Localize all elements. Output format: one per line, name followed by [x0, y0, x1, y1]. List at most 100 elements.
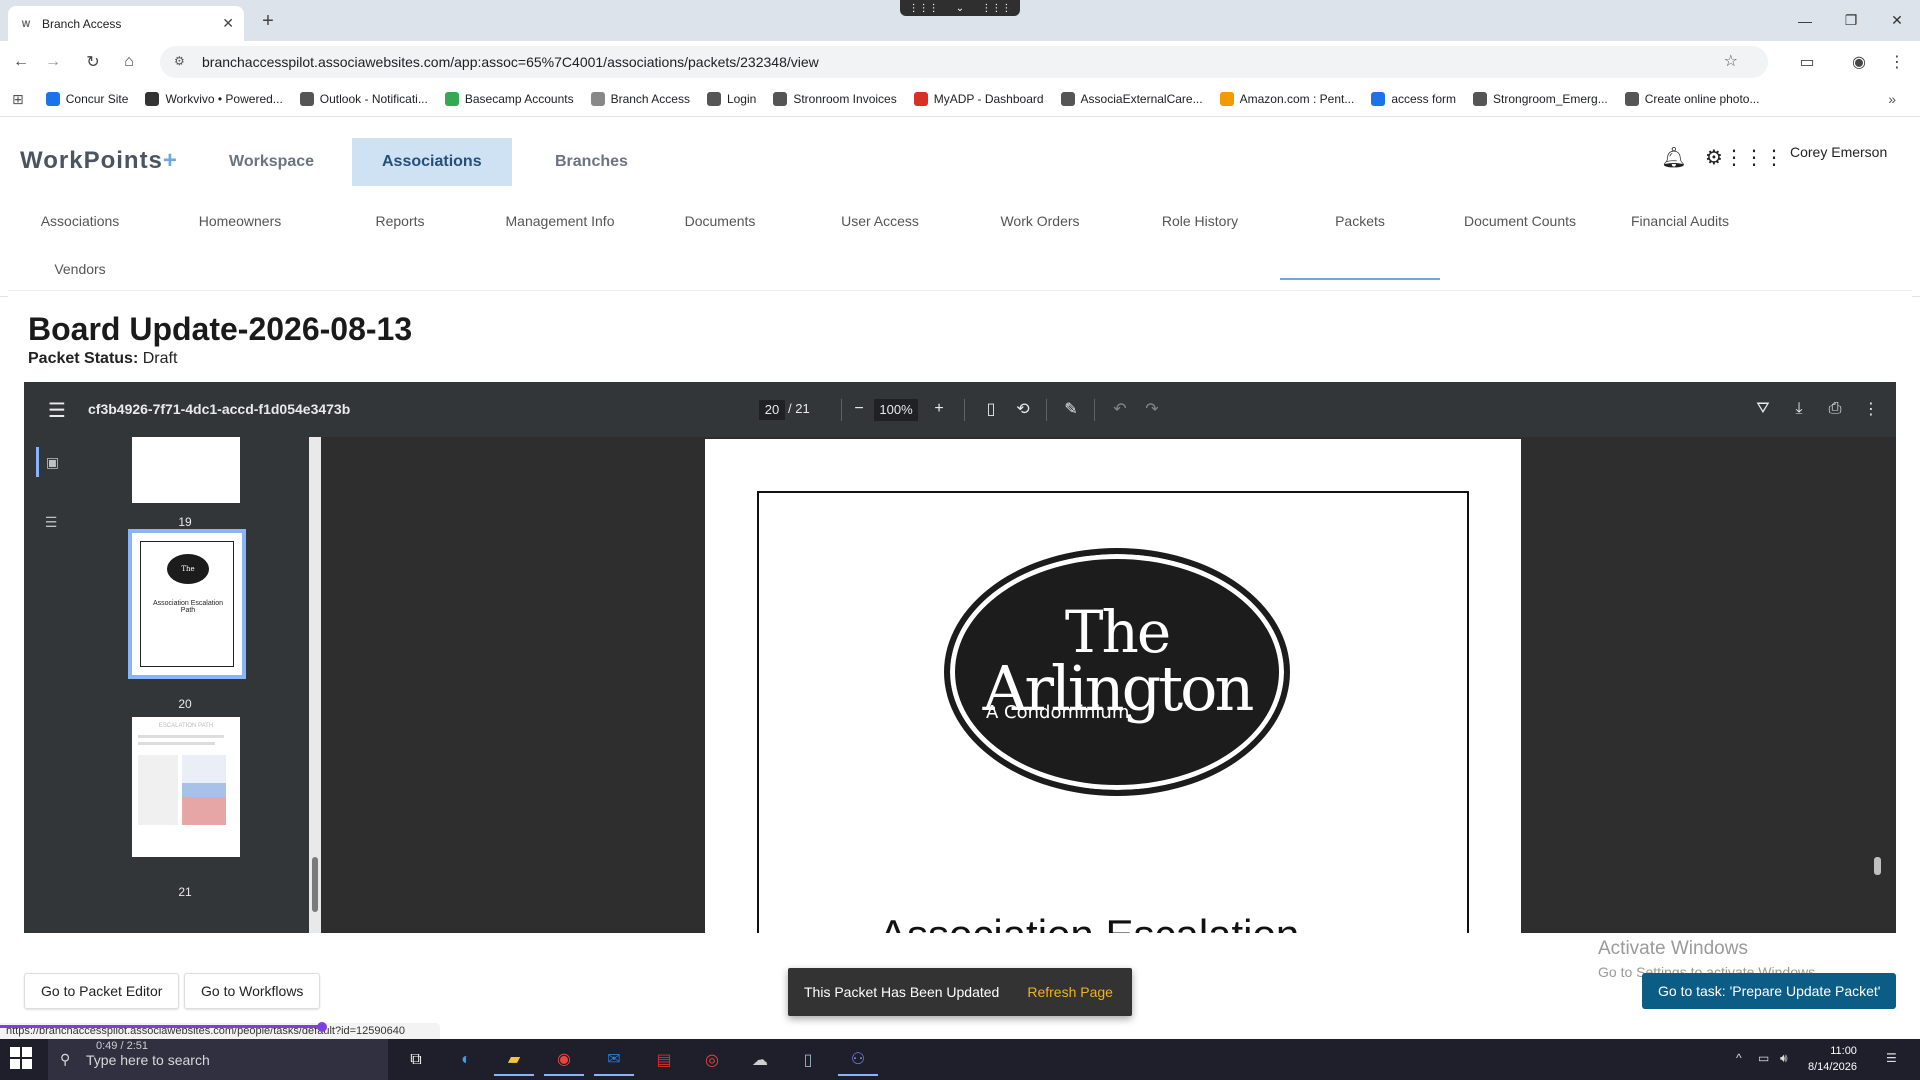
hamburger-menu-icon[interactable]: ☰ — [48, 398, 66, 423]
restore-window-button[interactable]: ❐ — [1828, 0, 1874, 41]
reload-button[interactable]: ↻ — [80, 49, 106, 75]
subnav-documents[interactable]: Documents — [640, 209, 800, 233]
zoom-level-input[interactable]: 100% — [874, 399, 918, 421]
apps-grid-icon[interactable]: ⊞ — [12, 91, 24, 108]
topnav-branches[interactable]: Branches — [525, 138, 658, 186]
go-to-packet-editor-button[interactable]: Go to Packet Editor — [24, 973, 180, 1009]
bell-icon[interactable]: 🔔︎ — [1660, 143, 1688, 171]
bookmark-item[interactable]: Outlook - Notificati... — [299, 92, 428, 106]
notepad-icon[interactable]: ▯ — [788, 1043, 828, 1076]
bookmark-item[interactable]: Workvivo • Powered... — [145, 92, 283, 106]
scrollbar-thumb[interactable] — [1874, 857, 1881, 875]
tab-close-icon[interactable]: ✕ — [222, 15, 234, 32]
new-tab-button[interactable]: + — [254, 8, 282, 34]
topnav-associations[interactable]: Associations — [352, 138, 512, 186]
url-field[interactable]: ⚙ branchaccesspilot.associawebsites.com/… — [160, 46, 1768, 78]
task-view-icon[interactable]: ⧉ — [396, 1043, 436, 1076]
print-icon[interactable]: ⎙ — [1822, 396, 1848, 422]
bookmark-item[interactable]: Amazon.com : Pent... — [1219, 92, 1354, 106]
workpoints-logo[interactable]: WorkPoints+ — [20, 147, 178, 175]
undo-icon[interactable]: ↶ — [1107, 396, 1133, 422]
cloud-app-icon[interactable]: ☁ — [740, 1043, 780, 1076]
subnav-reports[interactable]: Reports — [320, 209, 480, 233]
zoom-out-icon[interactable]: − — [846, 396, 872, 422]
subnav-document-counts[interactable]: Document Counts — [1440, 209, 1600, 233]
forward-button[interactable]: → — [40, 49, 66, 75]
remote-dock-handle[interactable]: ⋮⋮⋮ ⌄ ⋮⋮⋮ — [900, 0, 1020, 16]
subnav-packets[interactable]: Packets — [1280, 209, 1440, 233]
thumbnail-scrollbar[interactable] — [309, 437, 321, 933]
tab-favicon-icon: W — [21, 18, 31, 29]
system-clock[interactable]: 11:00 8/14/2026 — [1808, 1043, 1857, 1075]
file-explorer-icon[interactable]: ▰ — [494, 1043, 534, 1076]
bookmark-item[interactable]: Strongroom_Emerg... — [1473, 92, 1608, 106]
subnav-management-info[interactable]: Management Info — [480, 209, 640, 233]
bookmark-star-icon[interactable]: ☆ — [1724, 51, 1738, 71]
grip-icon: ⋮⋮⋮ — [908, 2, 939, 14]
go-to-workflows-button[interactable]: Go to Workflows — [184, 973, 321, 1009]
tray-chevron-icon[interactable]: ^ — [1736, 1051, 1742, 1065]
redo-icon[interactable]: ↷ — [1139, 396, 1165, 422]
subnav-vendors[interactable]: Vendors — [0, 257, 160, 281]
browser-tab[interactable]: W Branch Access ✕ — [8, 6, 244, 41]
save-to-drive-icon[interactable]: ⛛ — [1750, 396, 1776, 422]
user-name[interactable]: Corey Emerson — [1790, 144, 1887, 160]
scrollbar-thumb[interactable] — [312, 857, 318, 912]
browser-menu-icon[interactable]: ⋮ — [1884, 49, 1910, 75]
back-button[interactable]: ← — [8, 49, 34, 75]
refresh-page-button[interactable]: Refresh Page — [1027, 984, 1113, 1000]
app-circle-icon[interactable]: ◎ — [692, 1043, 732, 1076]
minimize-window-button[interactable]: — — [1782, 0, 1828, 41]
pdf-app-icon[interactable]: ▤ — [644, 1043, 684, 1076]
bookmark-item[interactable]: Concur Site — [45, 92, 128, 106]
page-number-input[interactable]: 20 — [759, 400, 785, 420]
bookmark-item[interactable]: MyADP - Dashboard — [913, 92, 1044, 106]
windows-start-icon[interactable] — [10, 1047, 32, 1069]
page-thumbnail-20[interactable]: The Arlington Association Escalation Pat… — [128, 529, 246, 679]
fit-page-icon[interactable]: ▯ — [978, 396, 1004, 422]
profile-icon[interactable]: ◉ — [1846, 49, 1872, 75]
subnav-associations[interactable]: Associations — [0, 209, 160, 233]
thumbnails-view-icon[interactable]: ▣ — [36, 447, 66, 477]
pdf-filename: cf3b4926-7f71-4dc1-accd-f1d054e3473b — [88, 401, 351, 417]
volume-icon[interactable]: 🔊︎ — [1780, 1051, 1788, 1066]
page-scrollbar[interactable] — [1870, 437, 1884, 933]
close-window-button[interactable]: ✕ — [1874, 0, 1920, 41]
network-icon[interactable]: ▭ — [1758, 1051, 1769, 1065]
annotate-icon[interactable]: ✎ — [1058, 396, 1084, 422]
bookmark-item[interactable]: Login — [706, 92, 756, 106]
rotate-icon[interactable]: ⟲ — [1010, 396, 1036, 422]
home-button[interactable]: ⌂ — [116, 49, 142, 75]
zoom-in-icon[interactable]: + — [926, 396, 952, 422]
subnav-user-access[interactable]: User Access — [800, 209, 960, 233]
topnav-workspace[interactable]: Workspace — [199, 138, 344, 186]
media-progress-handle[interactable] — [317, 1022, 327, 1032]
page-thumbnail-21[interactable]: ESCALATION PATH — [132, 717, 240, 857]
bookmark-item[interactable]: Basecamp Accounts — [444, 92, 574, 106]
bookmark-item[interactable]: AssociaExternalCare... — [1060, 92, 1203, 106]
teams-icon[interactable]: ⚇ — [838, 1043, 878, 1076]
bookmark-item[interactable]: Create online photo... — [1624, 92, 1759, 106]
cast-icon[interactable]: ▭ — [1794, 49, 1820, 75]
outline-view-icon[interactable]: ☰ — [36, 507, 66, 537]
page-thumbnail-19[interactable] — [132, 437, 240, 503]
thumbnail-pane: ▣ ☰ 19 The Arlington Association Escalat… — [24, 437, 309, 933]
edge-icon[interactable]: ◐ — [446, 1043, 486, 1076]
subnav-financial-audits[interactable]: Financial Audits — [1600, 209, 1760, 233]
site-info-icon[interactable]: ⚙ — [174, 54, 190, 70]
subnav-work-orders[interactable]: Work Orders — [960, 209, 1120, 233]
more-bookmarks-icon[interactable]: » — [1888, 91, 1896, 107]
chrome-icon[interactable]: ◉ — [544, 1043, 584, 1076]
apps-grid-icon[interactable]: ⋮⋮⋮ — [1724, 143, 1784, 171]
subnav-role-history[interactable]: Role History — [1120, 209, 1280, 233]
bookmark-item[interactable]: Branch Access — [590, 92, 690, 106]
notification-center-icon[interactable]: ☰ — [1886, 1051, 1897, 1065]
bookmark-item[interactable]: access form — [1371, 92, 1456, 106]
bookmark-item[interactable]: Stronroom Invoices — [773, 92, 897, 106]
subnav-homeowners[interactable]: Homeowners — [160, 209, 320, 233]
media-progress[interactable] — [0, 1022, 565, 1032]
go-to-task-button[interactable]: Go to task: 'Prepare Update Packet' — [1642, 973, 1897, 1009]
download-icon[interactable]: ⤓ — [1786, 396, 1812, 422]
outlook-icon[interactable]: ✉ — [594, 1043, 634, 1076]
more-options-icon[interactable]: ⋮ — [1858, 396, 1884, 422]
